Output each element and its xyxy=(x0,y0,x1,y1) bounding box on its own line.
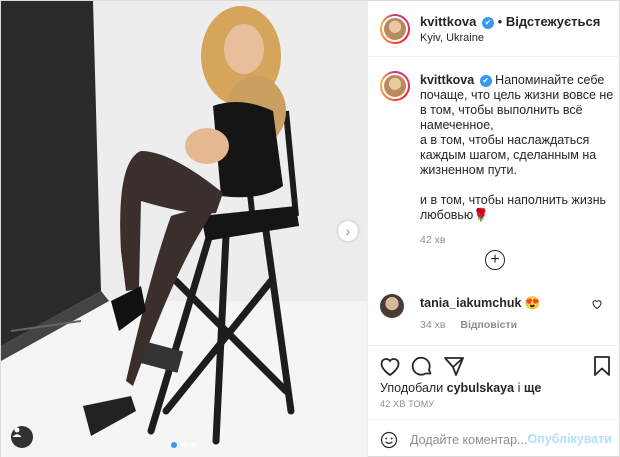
liker-username[interactable]: cybulskaya xyxy=(447,381,514,395)
caption-line: и в том, чтобы наполнить жизнь любовью🌹 xyxy=(420,193,606,222)
likes-and: і xyxy=(517,381,521,395)
user-icon xyxy=(12,427,22,437)
post-timestamp[interactable]: 42 ХВ ТОМУ xyxy=(380,399,434,409)
caption-author-username[interactable]: kvittkova xyxy=(420,73,474,87)
comments-area: kvittkova ✔ Напоминайте себе почаще, что… xyxy=(368,57,620,345)
smiley-emoji-icon[interactable] xyxy=(380,431,398,449)
likes-prefix: Уподобали xyxy=(380,381,444,395)
author-avatar[interactable] xyxy=(380,14,410,44)
speech-bubble-icon[interactable] xyxy=(410,354,434,378)
heart-icon[interactable] xyxy=(378,354,402,378)
comment-text: 😍 xyxy=(524,296,541,310)
paper-plane-icon[interactable] xyxy=(442,354,466,378)
comment-time: 34 хв xyxy=(420,319,446,331)
carousel-indicator xyxy=(1,442,367,448)
add-comment-bar: Опублікувати xyxy=(368,419,620,457)
comment-like-heart-icon[interactable] xyxy=(591,298,603,310)
bookmark-icon[interactable] xyxy=(590,354,614,378)
author-username[interactable]: kvittkova xyxy=(420,14,476,29)
post-side-panel: kvittkova ✔ • Відстежується Kyiv, Ukrain… xyxy=(367,1,620,457)
caption-author-avatar[interactable] xyxy=(380,71,410,101)
carousel-dot xyxy=(181,442,187,448)
carousel-dot xyxy=(171,442,177,448)
publish-button[interactable]: Опублікувати xyxy=(527,432,612,446)
following-button[interactable]: Відстежується xyxy=(506,14,601,29)
post-dialog: › kvittkova ✔ • Відстежується Kyiv, Ukra… xyxy=(0,0,620,457)
author-line: kvittkova ✔ • Відстежується xyxy=(420,14,600,29)
post-actions xyxy=(368,345,620,385)
caption-time: 42 хв xyxy=(420,234,446,246)
reply-button[interactable]: Відповісти xyxy=(460,319,517,331)
post-location[interactable]: Kyiv, Ukraine xyxy=(420,32,484,44)
verified-badge-icon: ✔ xyxy=(479,74,492,87)
photo-illustration xyxy=(1,1,367,457)
commenter-avatar[interactable] xyxy=(380,294,404,318)
verified-badge-icon: ✔ xyxy=(482,16,494,29)
tagged-users-button[interactable] xyxy=(11,426,33,448)
carousel-dot xyxy=(191,442,197,448)
carousel-next-button[interactable]: › xyxy=(338,221,358,241)
plus-circle-icon: + xyxy=(490,251,500,268)
post-photo[interactable]: › xyxy=(1,1,367,457)
comment: tania_iakumchuk 😍 xyxy=(420,296,541,311)
separator-dot: • xyxy=(497,14,503,29)
chevron-right-icon: › xyxy=(345,223,351,239)
post-header: kvittkova ✔ • Відстежується Kyiv, Ukrain… xyxy=(368,1,620,57)
comment-meta: 34 хв Відповісти xyxy=(420,319,529,331)
likes-more-link[interactable]: ще xyxy=(524,381,542,395)
caption-line: а в том, чтобы наслаждаться каждым шагом… xyxy=(420,133,597,177)
post-caption: kvittkova ✔ Напоминайте себе почаще, что… xyxy=(420,73,616,248)
likes-summary: Уподобали cybulskaya і ще xyxy=(380,381,541,395)
load-more-comments-button[interactable]: + xyxy=(485,250,505,270)
commenter-username[interactable]: tania_iakumchuk xyxy=(420,296,521,310)
